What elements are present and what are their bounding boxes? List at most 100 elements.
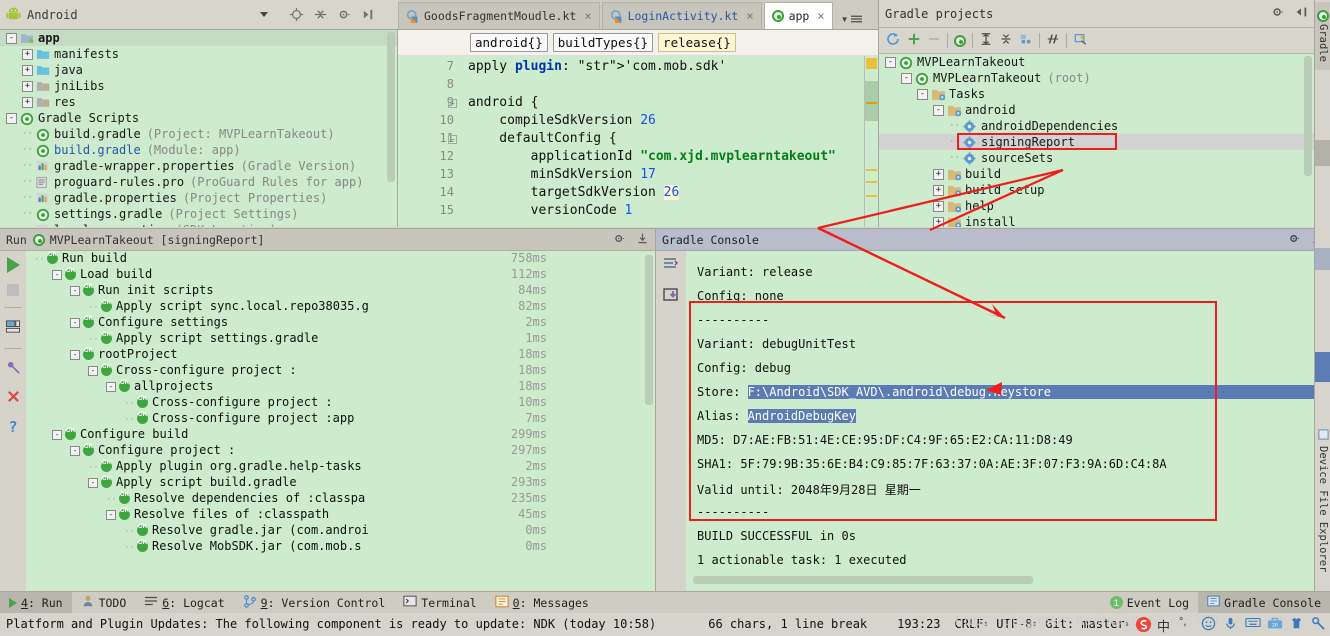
project-tree-item[interactable]: +res: [0, 94, 397, 110]
branch-chevron-icon[interactable]: ↕: [1125, 619, 1130, 628]
expand-toggle-icon[interactable]: +: [22, 81, 33, 92]
code-fold-toggle[interactable]: –: [448, 99, 457, 108]
run-panel[interactable]: Run MVPLearnTakeout [signingReport] ? ··…: [0, 228, 655, 591]
pin-icon[interactable]: [6, 360, 21, 378]
gradle-projects-panel[interactable]: Gradle projects: [878, 0, 1314, 227]
gradle-task-item[interactable]: -MVPLearnTakeout(root): [879, 70, 1314, 86]
run-task-row[interactable]: ··Resolve dependencies of :classpa235ms: [26, 491, 655, 507]
rerun-icon[interactable]: [7, 257, 20, 273]
hide-panel-icon[interactable]: [636, 232, 649, 248]
close-icon[interactable]: ×: [817, 9, 824, 23]
status-message[interactable]: Platform and Plugin Updates: The followi…: [0, 617, 656, 631]
gradle-task-item[interactable]: +install: [879, 214, 1314, 227]
gear-icon[interactable]: [613, 232, 626, 248]
encoding-chevron-icon[interactable]: ↕: [1032, 619, 1037, 628]
task-settings-icon[interactable]: [1073, 32, 1088, 49]
gear-icon[interactable]: [337, 7, 352, 22]
run-task-row[interactable]: ··Apply script sync.local.repo38035.g82m…: [26, 299, 655, 315]
gradle-task-item[interactable]: +build: [879, 166, 1314, 182]
gradle-task-item[interactable]: ··sourceSets: [879, 150, 1314, 166]
run-task-tree[interactable]: ··Run build758ms-Load build112ms-Run ini…: [26, 251, 655, 592]
bottom-tab-gradle-console[interactable]: Gradle Console: [1198, 592, 1330, 614]
status-encoding[interactable]: UTF-8: [996, 617, 1032, 631]
collapse-toggle-icon[interactable]: -: [70, 318, 80, 328]
run-task-row[interactable]: -Configure settings2ms: [26, 315, 655, 331]
editor-tab-2[interactable]: app ×: [764, 2, 833, 29]
stop-icon[interactable]: [7, 284, 19, 296]
collapse-toggle-icon[interactable]: -: [6, 33, 17, 44]
expand-toggle-icon[interactable]: +: [22, 97, 33, 108]
locate-target-icon[interactable]: [289, 7, 304, 22]
bottom-tab-logcat[interactable]: 6: Logcat: [135, 592, 233, 614]
status-branch[interactable]: Git: master: [1045, 617, 1124, 631]
project-tree-item[interactable]: -Gradle Scripts: [0, 110, 397, 126]
close-icon[interactable]: [6, 389, 21, 407]
expand-toggle-icon[interactable]: +: [22, 65, 33, 76]
expand-toggle-icon[interactable]: +: [933, 169, 944, 180]
bottom-tab-version-control[interactable]: 9: Version Control: [234, 592, 395, 614]
collapse-toggle-icon[interactable]: -: [6, 113, 17, 124]
project-tree-item[interactable]: +jniLibs: [0, 78, 397, 94]
bottom-tab-event-log[interactable]: 1 Event Log: [1101, 592, 1198, 614]
execute-task-icon[interactable]: [1046, 32, 1060, 49]
gradle-task-item[interactable]: ··androidDependencies: [879, 118, 1314, 134]
collapse-toggle-icon[interactable]: -: [70, 286, 80, 296]
gradle-task-tree[interactable]: -MVPLearnTakeout-MVPLearnTakeout(root)-T…: [879, 54, 1314, 227]
run-task-row[interactable]: -allprojects18ms: [26, 379, 655, 395]
gear-icon[interactable]: [1288, 232, 1301, 248]
run-task-row[interactable]: -Configure build299ms: [26, 427, 655, 443]
run-task-row[interactable]: ··Apply plugin org.gradle.help-tasks2ms: [26, 459, 655, 475]
collapse-toggle-icon[interactable]: -: [917, 89, 928, 100]
code-fold-toggle[interactable]: –: [448, 135, 457, 144]
collapse-toggle-icon[interactable]: -: [88, 478, 98, 488]
status-line-separator[interactable]: CRLF: [955, 617, 984, 631]
run-task-row[interactable]: -Load build112ms: [26, 267, 655, 283]
run-task-row[interactable]: -Configure project :297ms: [26, 443, 655, 459]
collapse-toggle-icon[interactable]: -: [88, 366, 98, 376]
run-task-row[interactable]: -Run init scripts84ms: [26, 283, 655, 299]
expand-all-icon[interactable]: [979, 32, 993, 49]
close-icon[interactable]: ×: [746, 9, 753, 23]
editor-scrollbar[interactable]: [864, 56, 878, 227]
gradle-task-item[interactable]: +build setup: [879, 182, 1314, 198]
project-tree-item[interactable]: +manifests: [0, 46, 397, 62]
gradle-task-item[interactable]: -Tasks: [879, 86, 1314, 102]
gear-icon[interactable]: [1271, 5, 1285, 22]
run-task-row[interactable]: -rootProject18ms: [26, 347, 655, 363]
expand-toggle-icon[interactable]: +: [933, 201, 944, 212]
bottom-tab-messages[interactable]: 0: Messages: [486, 592, 598, 614]
ime-voice-icon[interactable]: [1223, 616, 1238, 631]
project-tree[interactable]: -app+manifests+java+jniLibs+res-Gradle S…: [0, 30, 398, 227]
collapse-toggle-icon[interactable]: -: [933, 105, 944, 116]
warning-marker[interactable]: [866, 58, 877, 69]
bottom-tab-run[interactable]: 4: Run: [0, 592, 72, 614]
ime-emoji-icon[interactable]: [1201, 616, 1216, 631]
collapse-all-icon[interactable]: [999, 32, 1013, 49]
add-icon[interactable]: [907, 32, 921, 49]
refresh-icon[interactable]: [885, 31, 901, 50]
run-task-row[interactable]: ··Resolve gradle.jar (com.androi0ms: [26, 523, 655, 539]
project-tree-item[interactable]: +java: [0, 62, 397, 78]
hide-panel-icon[interactable]: [1294, 5, 1308, 22]
project-tree-item[interactable]: ··gradle.properties(Project Properties): [0, 190, 397, 206]
gradle-task-item[interactable]: -MVPLearnTakeout: [879, 54, 1314, 70]
gradle-tree-scrollbar[interactable]: [1304, 56, 1312, 176]
editor-tab-0[interactable]: GoodsFragmentMoudle.kt ×: [398, 2, 600, 29]
right-strip-thumb[interactable]: [1315, 140, 1330, 166]
gradle-task-item[interactable]: +help: [879, 198, 1314, 214]
console-output[interactable]: Variant: releaseConfig: none----------Va…: [687, 251, 1330, 592]
status-caret-position[interactable]: 193:23: [897, 617, 940, 631]
toggle-offline-icon[interactable]: [1019, 32, 1033, 49]
breadcrumb-item-1[interactable]: buildTypes{}: [553, 33, 653, 52]
export-icon[interactable]: [662, 286, 680, 307]
chevron-down-icon[interactable]: [260, 12, 268, 17]
collapse-toggle-icon[interactable]: -: [52, 430, 62, 440]
gradle-console-panel[interactable]: Gradle Console Variant: releaseConfig: n…: [655, 228, 1330, 591]
hide-panel-icon[interactable]: [361, 7, 376, 22]
project-tree-item[interactable]: ··build.gradle(Project: MVPLearnTakeout): [0, 126, 397, 142]
collapse-toggle-icon[interactable]: -: [70, 446, 80, 456]
right-tab-gradle[interactable]: Gradle: [1315, 2, 1330, 70]
run-task-icon[interactable]: [954, 35, 966, 47]
project-tree-scrollbar[interactable]: [387, 32, 395, 182]
ime-punctuation-icon[interactable]: °,: [1179, 616, 1194, 631]
